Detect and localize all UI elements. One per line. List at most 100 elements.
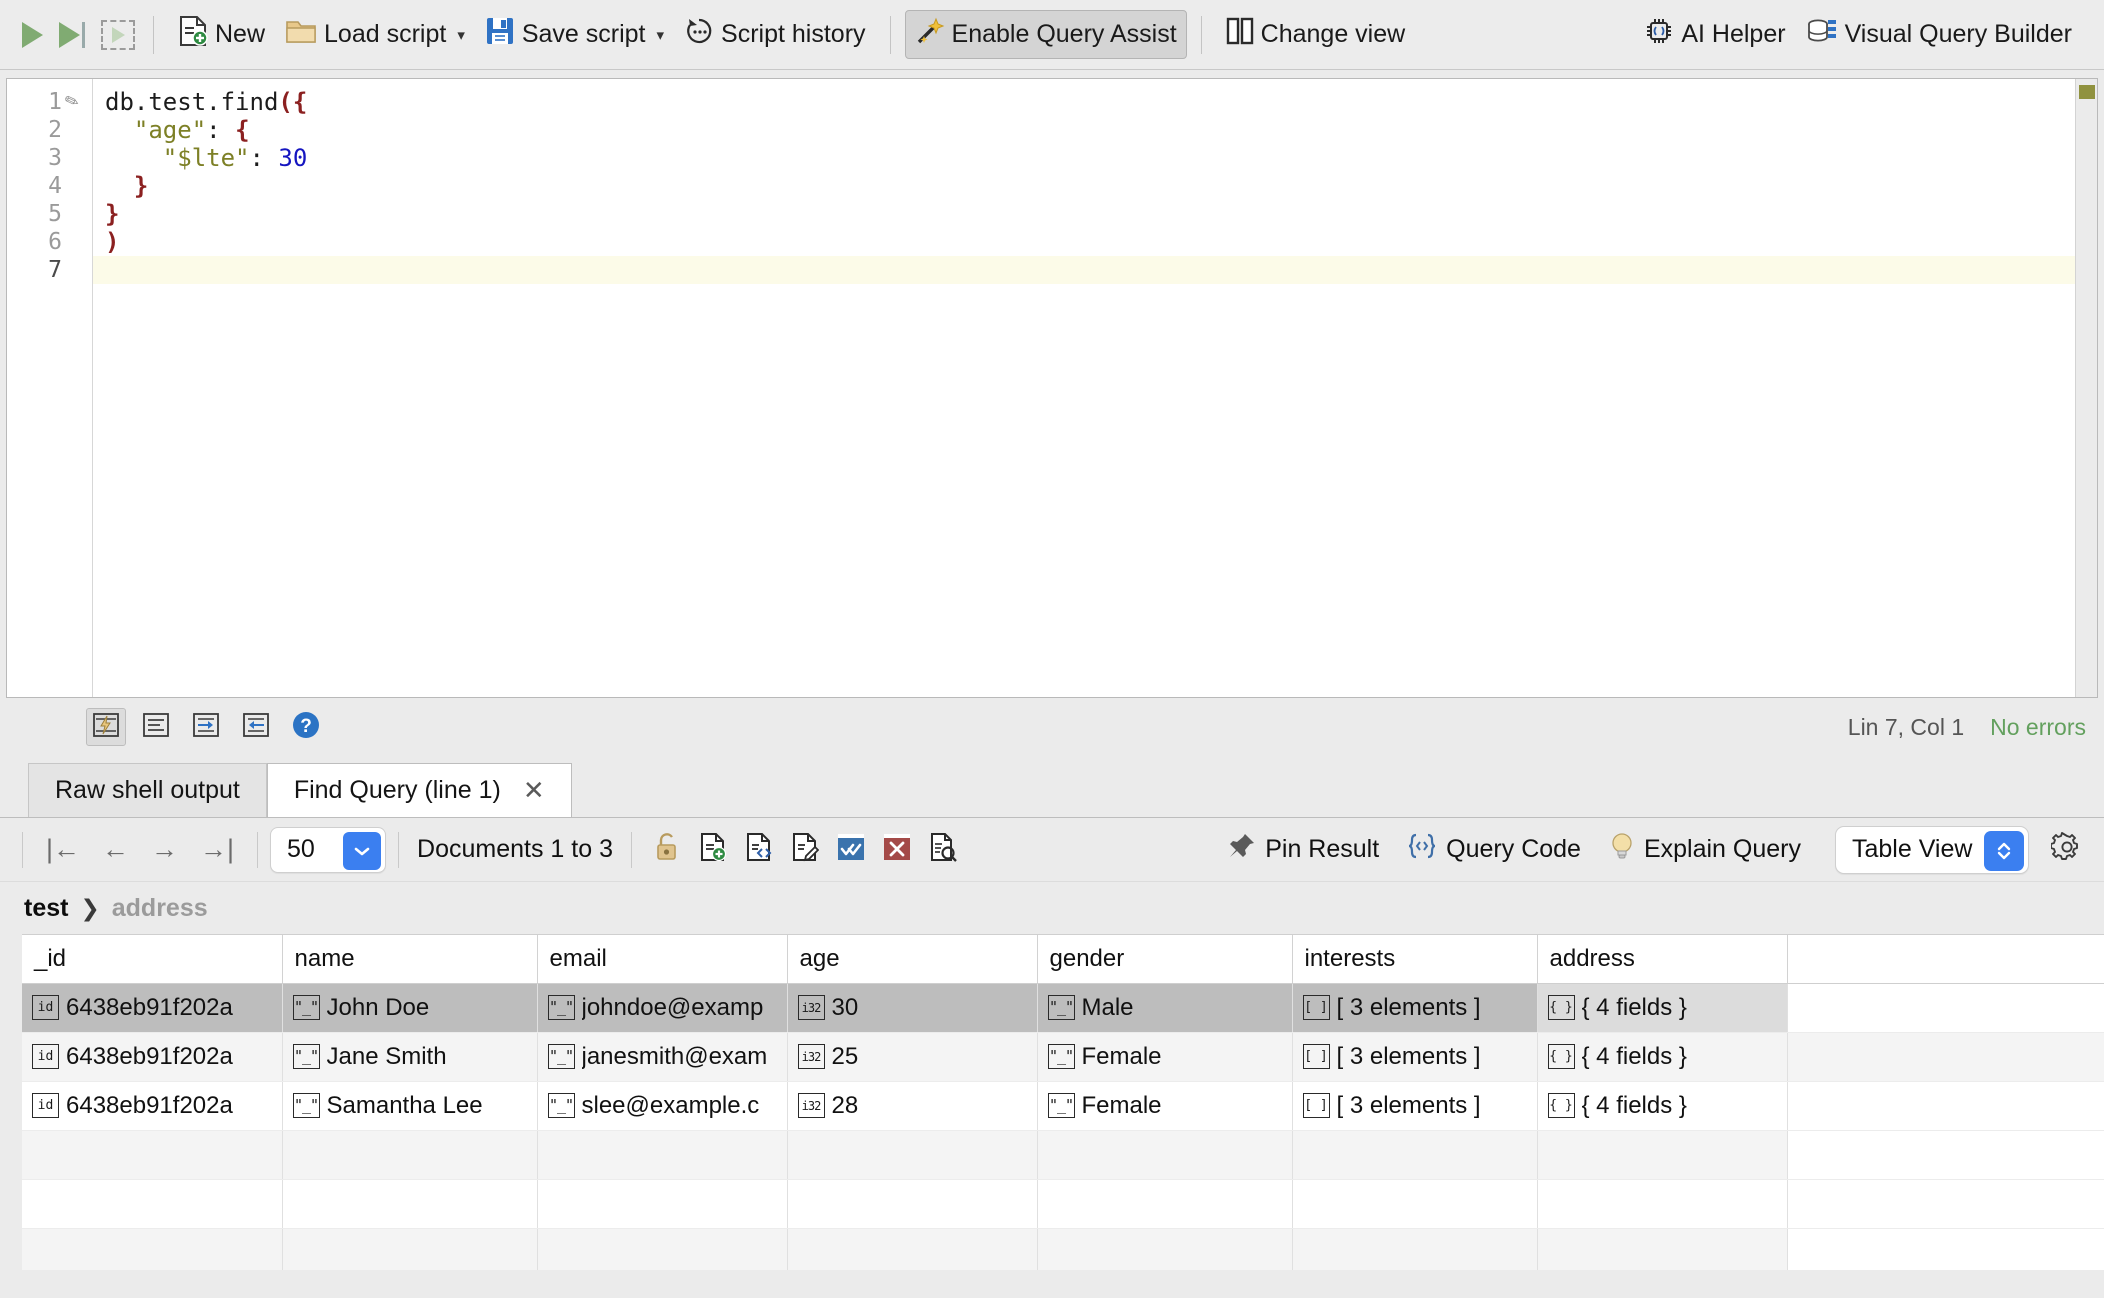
table-cell-empty[interactable] (1787, 1179, 2104, 1228)
table-cell-empty[interactable] (22, 1130, 282, 1179)
table-cell-empty[interactable] (1292, 1130, 1537, 1179)
editor-scrollbar-thumb[interactable] (2079, 85, 2095, 99)
run-block-button[interactable] (101, 20, 135, 50)
table-cell[interactable]: id6438eb91f202a (22, 983, 282, 1032)
table-cell-empty[interactable] (1037, 1179, 1292, 1228)
new-script-button[interactable]: New (168, 9, 275, 60)
indent-right-button[interactable] (186, 708, 226, 746)
nav-prev-button[interactable]: ← (91, 834, 140, 865)
table-row-empty[interactable] (22, 1179, 2104, 1228)
help-button[interactable]: ? (286, 708, 326, 746)
results-table-container[interactable]: _idnameemailagegenderinterestsaddress id… (22, 934, 2104, 1270)
change-view-button[interactable]: Change view (1216, 10, 1416, 59)
view-mode-select[interactable]: Table View (1835, 826, 2029, 874)
table-cell-empty[interactable] (1787, 1130, 2104, 1179)
visual-query-builder-button[interactable]: Visual Query Builder (1796, 10, 2082, 59)
ai-helper-button[interactable]: AI Helper (1634, 10, 1795, 59)
table-row-empty[interactable] (22, 1130, 2104, 1179)
load-script-button[interactable]: Load script ▾ (275, 11, 475, 58)
table-header-cell[interactable]: gender (1037, 935, 1292, 983)
table-row[interactable]: id6438eb91f202a"_"John Doe"_"johndoe@exa… (22, 983, 2104, 1032)
align-lines-button[interactable] (136, 708, 176, 746)
table-cell-empty[interactable] (537, 1179, 787, 1228)
table-cell-empty[interactable] (1037, 1228, 1292, 1270)
unlock-button[interactable] (647, 830, 687, 870)
breadcrumb-current[interactable]: test (24, 894, 68, 923)
table-cell[interactable]: id6438eb91f202a (22, 1081, 282, 1130)
table-header-cell[interactable]: email (537, 935, 787, 983)
nav-first-button[interactable]: |← (35, 834, 91, 865)
table-cell[interactable]: i3230 (787, 983, 1037, 1032)
table-cell[interactable]: { }{ 4 fields } (1537, 1081, 1787, 1130)
table-cell[interactable]: "_"Jane Smith (282, 1032, 537, 1081)
table-cell[interactable]: "_"johndoe@examp (537, 983, 787, 1032)
breadcrumb-next[interactable]: address (112, 894, 208, 923)
explain-query-button[interactable]: Explain Query (1597, 827, 1813, 872)
nav-next-button[interactable]: → (140, 834, 189, 865)
document-code-button[interactable] (739, 830, 779, 870)
table-cell[interactable]: [ ][ 3 elements ] (1292, 1032, 1537, 1081)
script-editor[interactable]: 1 2 3 4 5 6 7 ✎ db.test.find({ "age": { … (6, 78, 2098, 698)
table-cell[interactable]: "_"Male (1037, 983, 1292, 1032)
table-cell-empty[interactable] (537, 1130, 787, 1179)
table-cell[interactable]: id6438eb91f202a (22, 1032, 282, 1081)
table-header-cell[interactable]: address (1537, 935, 1787, 983)
indent-left-button[interactable] (236, 708, 276, 746)
table-cell[interactable]: [ ][ 3 elements ] (1292, 983, 1537, 1032)
table-cell-empty[interactable] (282, 1130, 537, 1179)
script-history-button[interactable]: Script history (674, 10, 875, 59)
table-cell[interactable]: i3228 (787, 1081, 1037, 1130)
table-cell-empty[interactable] (282, 1179, 537, 1228)
table-cell-empty[interactable] (1537, 1228, 1787, 1270)
up-down-chevrons-icon[interactable] (1984, 831, 2024, 871)
table-cell[interactable]: "_"Female (1037, 1032, 1292, 1081)
table-cell-empty[interactable] (282, 1228, 537, 1270)
table-row-empty[interactable] (22, 1228, 2104, 1270)
table-cell-empty[interactable] (787, 1130, 1037, 1179)
apply-changes-button[interactable] (831, 830, 871, 870)
result-settings-button[interactable] (2047, 830, 2087, 870)
table-cell[interactable]: { }{ 4 fields } (1537, 1032, 1787, 1081)
pin-result-button[interactable]: Pin Result (1216, 828, 1391, 871)
save-script-button[interactable]: Save script ▾ (475, 10, 674, 59)
format-script-button[interactable] (86, 708, 126, 746)
table-cell-empty[interactable] (22, 1228, 282, 1270)
table-row[interactable]: id6438eb91f202a"_"Jane Smith"_"janesmith… (22, 1032, 2104, 1081)
run-selection-button[interactable] (59, 22, 85, 48)
table-row[interactable]: id6438eb91f202a"_"Samantha Lee"_"slee@ex… (22, 1081, 2104, 1130)
table-cell[interactable]: i3225 (787, 1032, 1037, 1081)
table-header-cell[interactable]: name (282, 935, 537, 983)
table-cell-empty[interactable] (22, 1179, 282, 1228)
table-header-cell[interactable]: age (787, 935, 1037, 983)
table-cell-empty[interactable] (1537, 1179, 1787, 1228)
chevron-down-icon[interactable] (343, 832, 381, 870)
add-document-button[interactable] (693, 830, 733, 870)
cancel-changes-button[interactable] (877, 830, 917, 870)
table-cell-empty[interactable] (1787, 1228, 2104, 1270)
table-cell[interactable]: { }{ 4 fields } (1537, 983, 1787, 1032)
close-icon[interactable]: ✕ (523, 775, 545, 806)
tab-find-query[interactable]: Find Query (line 1) ✕ (267, 763, 572, 817)
table-cell[interactable]: "_"John Doe (282, 983, 537, 1032)
table-cell[interactable]: "_"Samantha Lee (282, 1081, 537, 1130)
nav-last-button[interactable]: →| (189, 834, 245, 865)
table-cell-empty[interactable] (787, 1228, 1037, 1270)
query-code-button[interactable]: Query Code (1395, 828, 1593, 871)
page-limit-select[interactable]: 50 (270, 827, 386, 873)
table-cell-empty[interactable] (1037, 1130, 1292, 1179)
editor-scrollbar[interactable] (2075, 79, 2097, 697)
table-cell[interactable]: "_"janesmith@exam (537, 1032, 787, 1081)
tab-raw-shell-output[interactable]: Raw shell output (28, 763, 267, 817)
table-cell[interactable]: [ ][ 3 elements ] (1292, 1081, 1537, 1130)
table-cell[interactable]: "_"Female (1037, 1081, 1292, 1130)
table-cell-empty[interactable] (537, 1228, 787, 1270)
table-header-cell[interactable]: _id (22, 935, 282, 983)
editor-code-area[interactable]: db.test.find({ "age": { "$lte": 30 }}) (93, 79, 2097, 697)
table-cell[interactable]: "_"slee@example.c (537, 1081, 787, 1130)
table-cell-empty[interactable] (1292, 1228, 1537, 1270)
enable-query-assist-button[interactable]: Enable Query Assist (905, 10, 1187, 59)
table-header-cell[interactable]: interests (1292, 935, 1537, 983)
table-cell-empty[interactable] (787, 1179, 1037, 1228)
document-search-button[interactable] (923, 830, 963, 870)
edit-document-button[interactable] (785, 830, 825, 870)
